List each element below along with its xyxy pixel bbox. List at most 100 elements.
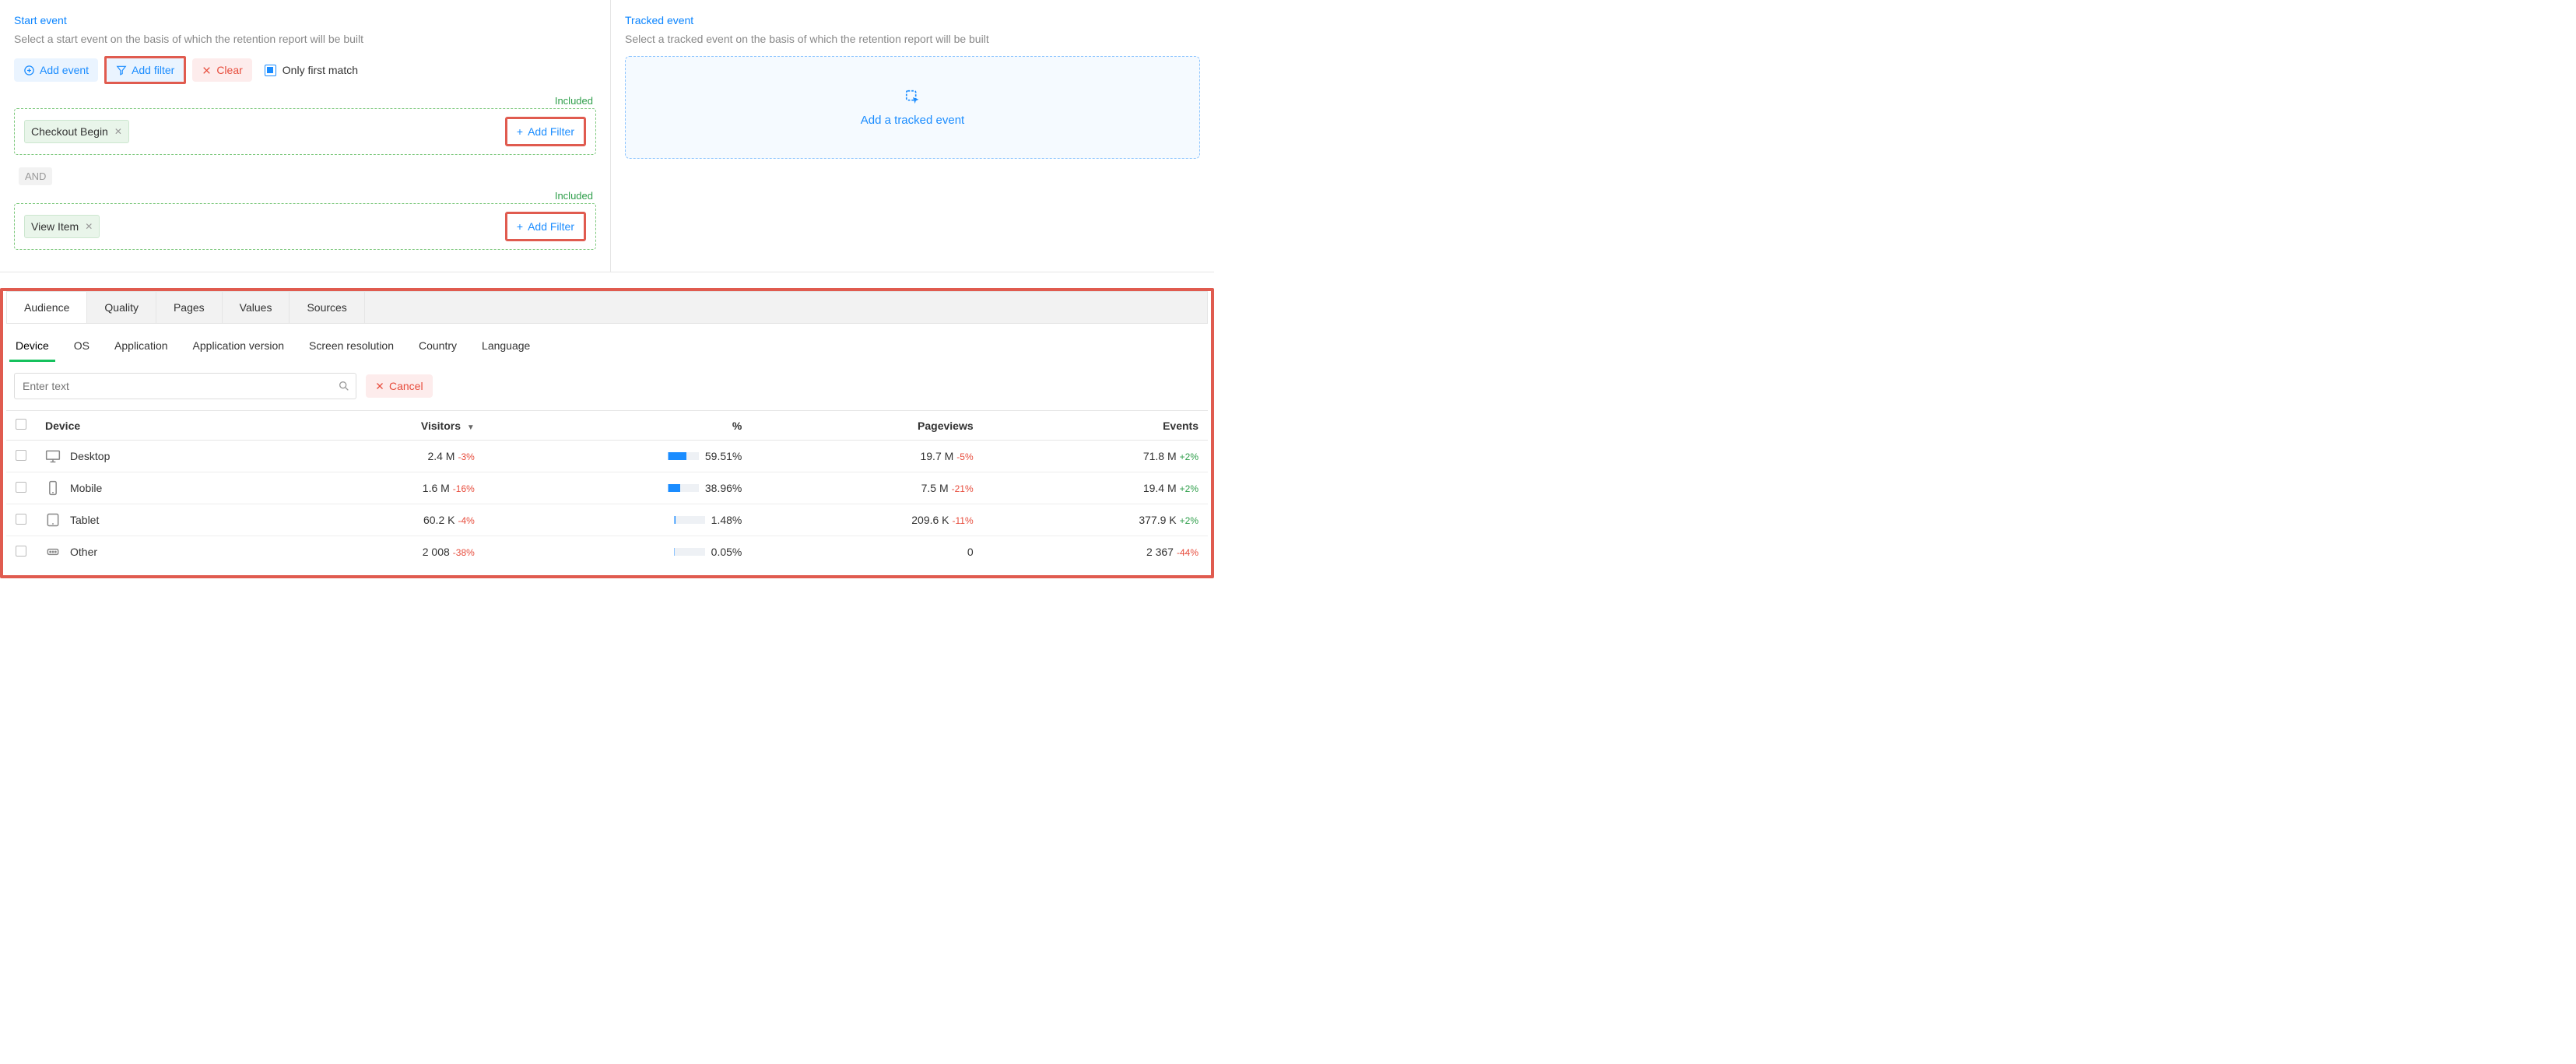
- pageviews-delta: -11%: [953, 515, 974, 526]
- checkbox-icon: [265, 65, 276, 76]
- visitors-delta: -4%: [458, 515, 474, 526]
- events-value: 2 367: [1146, 546, 1174, 558]
- visitors-delta: -16%: [453, 483, 475, 494]
- add-filter-inline-label: Add Filter: [528, 125, 574, 138]
- search-input[interactable]: [14, 373, 356, 399]
- percent-bar: [668, 452, 699, 460]
- subtab-device[interactable]: Device: [14, 335, 51, 361]
- report-section: AudienceQualityPagesValuesSources Device…: [0, 288, 1214, 578]
- percent-bar: [674, 516, 705, 524]
- events-delta: -44%: [1177, 547, 1199, 558]
- main-tabs: AudienceQualityPagesValuesSources: [6, 291, 1208, 324]
- add-filter-toolbar-label: Add filter: [132, 64, 174, 76]
- event-card: View Item ✕ +Add Filter: [14, 203, 596, 250]
- col-visitors-label: Visitors: [421, 420, 461, 432]
- add-filter-highlight: Add filter: [104, 56, 186, 84]
- filter-row: Cancel: [6, 362, 1208, 410]
- device-table: Device Visitors ▼ % Pageviews Events Des…: [6, 410, 1208, 567]
- col-events[interactable]: Events: [983, 411, 1208, 441]
- table-row[interactable]: Desktop2.4 M-3%59.51%19.7 M-5%71.8 M+2%: [6, 441, 1208, 472]
- add-filter-inline-button[interactable]: +Add Filter: [509, 216, 582, 237]
- pageviews-delta: -21%: [952, 483, 974, 494]
- pageviews-value: 19.7 M: [920, 450, 953, 462]
- start-toolbar: Add event Add filter Clear Only first: [14, 56, 596, 84]
- select-all-checkbox[interactable]: [16, 419, 26, 430]
- remove-chip-icon[interactable]: ✕: [85, 221, 93, 232]
- visitors-delta: -3%: [458, 451, 474, 462]
- add-tracked-event-label: Add a tracked event: [861, 114, 964, 127]
- visitors-value: 2.4 M: [427, 450, 454, 462]
- and-operator-badge: AND: [19, 167, 52, 185]
- add-tracked-event-dropzone[interactable]: Add a tracked event: [625, 56, 1200, 159]
- device-name: Tablet: [70, 514, 99, 526]
- percent-value: 1.48%: [711, 514, 742, 526]
- events-value: 19.4 M: [1143, 482, 1177, 494]
- visitors-value: 1.6 M: [423, 482, 450, 494]
- pageviews-value: 209.6 K: [911, 514, 949, 526]
- events-value: 377.9 K: [1139, 514, 1176, 526]
- percent-value: 38.96%: [705, 482, 742, 494]
- add-filter-inline-highlight: +Add Filter: [505, 117, 586, 146]
- table-row[interactable]: Mobile1.6 M-16%38.96%7.5 M-21%19.4 M+2%: [6, 472, 1208, 504]
- events-delta: +2%: [1180, 451, 1199, 462]
- tracked-event-desc: Select a tracked event on the basis of w…: [625, 33, 1200, 45]
- mobile-icon: [45, 480, 61, 496]
- event-chip[interactable]: View Item ✕: [24, 215, 100, 238]
- subtab-os[interactable]: OS: [72, 335, 91, 361]
- table-row[interactable]: Tablet 60.2 K -4% 1.48% 209.6 K -11% 377.9 K +2…: [6, 504, 1208, 536]
- add-filter-inline-highlight: +Add Filter: [505, 212, 586, 241]
- tracked-event-panel: Tracked event Select a tracked event on …: [611, 0, 1214, 272]
- add-filter-toolbar-button[interactable]: Add filter: [107, 58, 184, 82]
- event-chip-label: View Item: [31, 220, 79, 233]
- pageviews-value: 0: [967, 546, 974, 558]
- tab-sources[interactable]: Sources: [290, 292, 364, 323]
- search-icon: [338, 380, 350, 392]
- subtab-screen-resolution[interactable]: Screen resolution: [307, 335, 395, 361]
- device-name: Mobile: [70, 482, 102, 494]
- sub-tabs: Device OS Application Application version Sc…: [6, 324, 1208, 362]
- row-checkbox[interactable]: [16, 450, 26, 461]
- remove-chip-icon[interactable]: ✕: [114, 126, 122, 137]
- pageviews-value: 7.5 M: [921, 482, 949, 494]
- visitors-value: 60.2 K: [423, 514, 454, 526]
- row-checkbox[interactable]: [16, 482, 26, 493]
- clear-button[interactable]: Clear: [192, 58, 251, 82]
- percent-value: 59.51%: [705, 450, 742, 462]
- included-label: Included: [14, 95, 596, 107]
- row-checkbox[interactable]: [16, 514, 26, 525]
- only-first-match-toggle[interactable]: Only first match: [265, 64, 358, 76]
- event-chip[interactable]: Checkout Begin ✕: [24, 120, 129, 143]
- cancel-button[interactable]: Cancel: [366, 374, 433, 398]
- subtab-application-version[interactable]: Application version: [191, 335, 286, 361]
- event-card: Checkout Begin ✕ +Add Filter: [14, 108, 596, 155]
- start-event-desc: Select a start event on the basis of whi…: [14, 33, 596, 45]
- cancel-label: Cancel: [389, 380, 423, 392]
- col-percent[interactable]: %: [484, 411, 752, 441]
- row-checkbox[interactable]: [16, 546, 26, 557]
- visitors-value: 2 008: [423, 546, 450, 558]
- tab-audience[interactable]: Audience: [7, 292, 87, 323]
- event-chip-label: Checkout Begin: [31, 125, 108, 138]
- tab-values[interactable]: Values: [223, 292, 290, 323]
- desktop-icon: [45, 448, 61, 464]
- table-row[interactable]: Other2 008-38%0.05%02 367-44%: [6, 536, 1208, 568]
- cursor-click-icon: [904, 89, 921, 106]
- subtab-application[interactable]: Application: [113, 335, 170, 361]
- add-filter-inline-button[interactable]: +Add Filter: [509, 121, 582, 142]
- add-event-label: Add event: [40, 64, 89, 76]
- included-label: Included: [14, 190, 596, 202]
- tab-quality[interactable]: Quality: [87, 292, 156, 323]
- subtab-language[interactable]: Language: [480, 335, 532, 361]
- other-icon: [45, 544, 61, 560]
- col-visitors[interactable]: Visitors ▼: [276, 411, 484, 441]
- tab-pages[interactable]: Pages: [156, 292, 223, 323]
- tablet-icon: [45, 512, 61, 528]
- funnel-icon: [116, 65, 127, 75]
- add-event-button[interactable]: Add event: [14, 58, 98, 82]
- col-pageviews[interactable]: Pageviews: [751, 411, 982, 441]
- percent-bar: [668, 484, 699, 492]
- events-delta: +2%: [1180, 515, 1199, 526]
- clear-label: Clear: [216, 64, 242, 76]
- col-device[interactable]: Device: [36, 411, 276, 441]
- subtab-country[interactable]: Country: [417, 335, 458, 361]
